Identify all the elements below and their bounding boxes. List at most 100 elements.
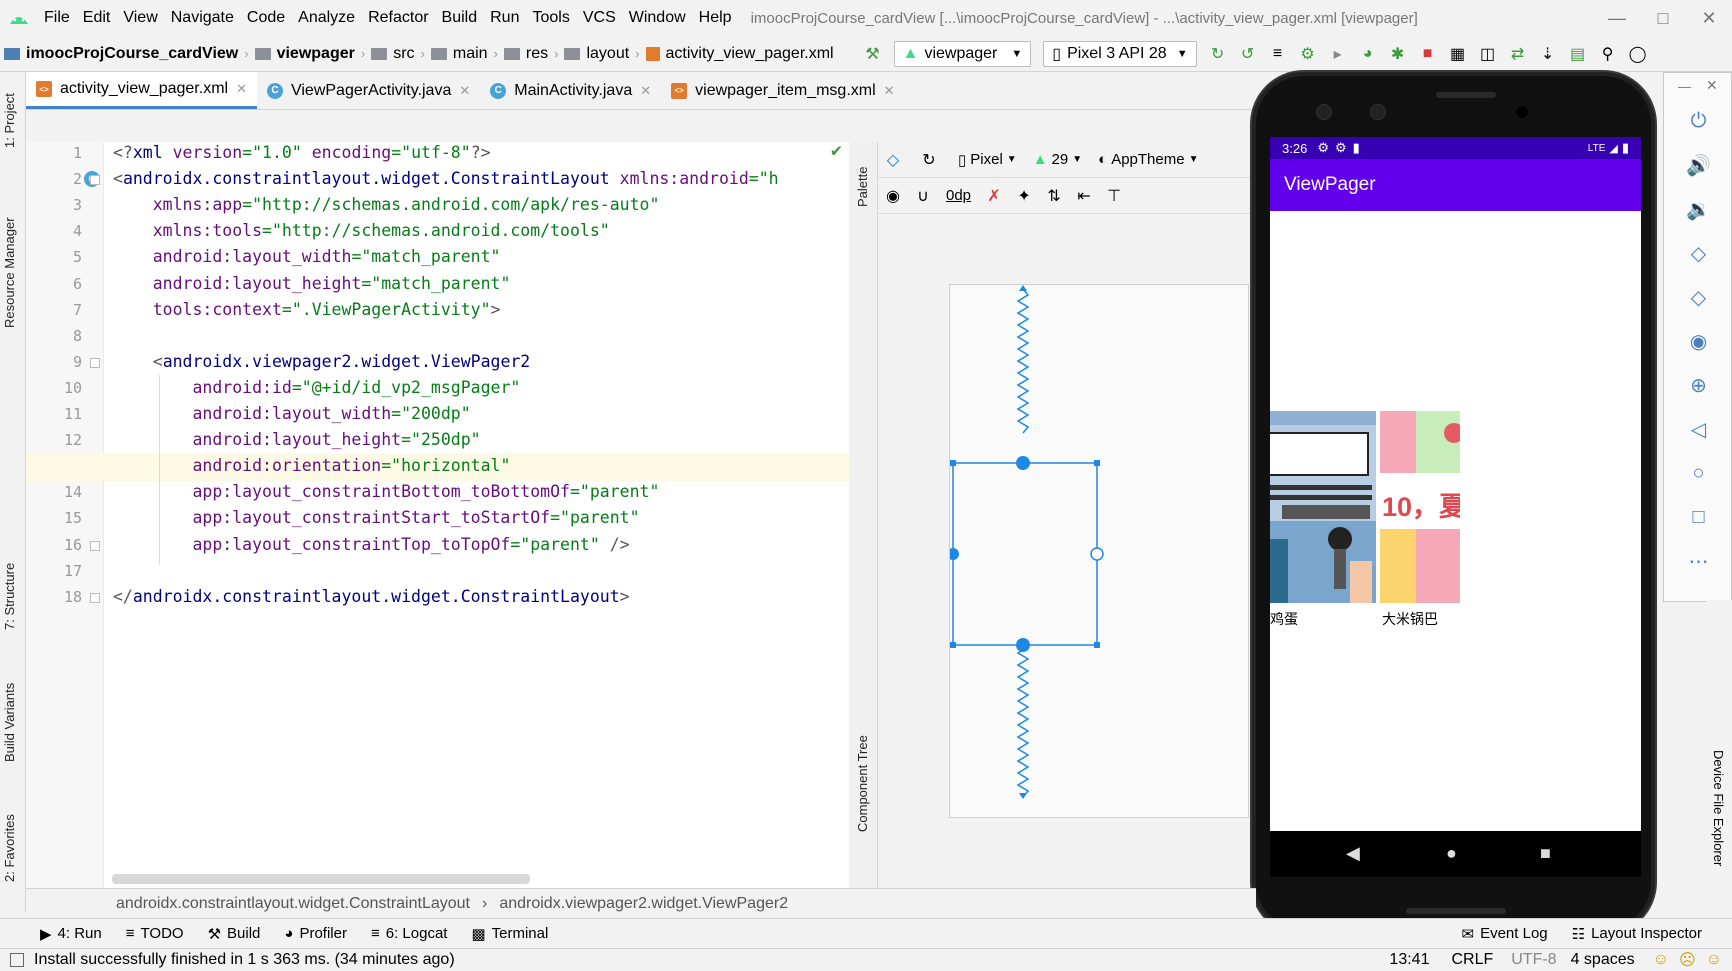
code-line[interactable]: app:layout_constraintStart_toStartOf="pa… xyxy=(113,508,639,527)
tab-viewpager-item-msg-xml[interactable]: <> viewpager_item_msg.xml ✕ xyxy=(661,72,904,109)
project-structure-icon[interactable]: ▦ xyxy=(1447,43,1469,65)
tool-todo[interactable]: ≡ TODO xyxy=(126,925,184,942)
breadcrumb-layout[interactable]: layout xyxy=(560,45,629,63)
sdk-manager-icon[interactable]: ⇣ xyxy=(1537,43,1559,65)
camera-icon[interactable]: ◉ xyxy=(1664,319,1732,363)
home-icon[interactable]: ● xyxy=(1446,843,1457,864)
blueprint-canvas[interactable] xyxy=(947,284,1249,818)
caret-position[interactable]: 13:41 xyxy=(1389,951,1429,969)
rotate-left-icon[interactable]: ◇ xyxy=(1664,231,1732,275)
close-tab-icon[interactable]: ✕ xyxy=(459,83,470,99)
breadcrumb-main[interactable]: main xyxy=(427,45,488,63)
code-line[interactable]: android:layout_height="250dp" xyxy=(113,430,480,449)
palette-tab[interactable]: Palette xyxy=(855,167,870,207)
stop-icon[interactable]: ■ xyxy=(1417,43,1439,65)
attach-debugger-icon[interactable]: ✱ xyxy=(1387,43,1409,65)
tool-build[interactable]: ⚒ Build xyxy=(208,925,261,943)
pack-icon[interactable]: ⇅ xyxy=(1043,185,1065,207)
overview-icon[interactable]: ■ xyxy=(1540,843,1551,864)
tab-mainactivity-java[interactable]: C MainActivity.java ✕ xyxy=(480,72,661,109)
code-line[interactable]: android:orientation="horizontal" xyxy=(113,456,510,475)
device-select[interactable]: ▯ Pixel 3 API 28 ▼ xyxy=(1043,40,1197,67)
menu-help[interactable]: Help xyxy=(699,9,732,27)
device-dropdown[interactable]: ▯ Pixel ▼ xyxy=(958,151,1017,169)
volume-up-icon[interactable]: 🔊 xyxy=(1664,143,1732,187)
hector-icon[interactable]: ☹ xyxy=(1679,950,1696,970)
rotate-right-icon[interactable]: ◇ xyxy=(1664,275,1732,319)
menu-build[interactable]: Build xyxy=(442,9,478,27)
tool-logcat[interactable]: ≡ 6: Logcat xyxy=(371,925,447,942)
card-item[interactable]: 10，夏 大米锅巴 xyxy=(1380,411,1460,634)
search-icon[interactable]: ⚲ xyxy=(1597,43,1619,65)
menu-run[interactable]: Run xyxy=(490,9,519,27)
tool-favorites[interactable]: 2: Favorites xyxy=(2,814,17,882)
crumb-constraintlayout[interactable]: androidx.constraintlayout.widget.Constra… xyxy=(116,895,470,913)
home-icon[interactable]: ○ xyxy=(1664,451,1732,495)
run-list-icon[interactable]: ≡ xyxy=(1267,43,1289,65)
breadcrumb-project[interactable]: imoocProjCourse_cardView xyxy=(0,45,238,63)
notifications-icon[interactable]: ☺ xyxy=(1706,951,1722,969)
fold-icon[interactable] xyxy=(90,175,100,186)
orientation-icon[interactable]: ↻ xyxy=(918,149,940,171)
maximize-icon[interactable]: □ xyxy=(1640,0,1686,36)
menu-vcs[interactable]: VCS xyxy=(583,9,616,27)
emulator-screen[interactable]: 3:26 ⚙ ⚙ ▮ LTE ◢ ▮ ViewPager 鸡蛋 10，夏 大米锅… xyxy=(1270,137,1641,831)
close-tab-icon[interactable]: ✕ xyxy=(640,83,651,99)
align-icon[interactable]: ⇤ xyxy=(1073,185,1095,207)
horizontal-scrollbar[interactable] xyxy=(112,874,530,884)
menu-file[interactable]: File xyxy=(44,9,70,27)
magnet-icon[interactable]: ∪ xyxy=(912,185,934,207)
hammer-icon[interactable]: ⚒ xyxy=(862,43,884,65)
tool-device-file-explorer[interactable]: Device File Explorer xyxy=(1711,750,1726,866)
zoom-icon[interactable]: ⊕ xyxy=(1664,363,1732,407)
menu-refactor[interactable]: Refactor xyxy=(368,9,428,27)
default-margin[interactable]: 0dp xyxy=(946,187,971,204)
minimize-icon[interactable]: — xyxy=(1678,79,1691,94)
apply-changes-icon[interactable]: ↻ xyxy=(1207,43,1229,65)
power-icon[interactable]: ⏻ xyxy=(1664,99,1732,143)
code-line[interactable]: xmlns:app="http://schemas.android.com/ap… xyxy=(113,195,660,214)
menu-tools[interactable]: Tools xyxy=(532,9,569,27)
file-encoding[interactable]: UTF-8 xyxy=(1511,951,1556,969)
breadcrumb-module[interactable]: viewpager xyxy=(251,45,355,63)
code-line[interactable]: tools:context=".ViewPagerActivity"> xyxy=(113,300,501,319)
menu-edit[interactable]: Edit xyxy=(83,9,111,27)
tool-run[interactable]: ▶ 4: Run xyxy=(40,925,102,943)
volume-down-icon[interactable]: 🔉 xyxy=(1664,187,1732,231)
more-icon[interactable]: ⋯ xyxy=(1664,539,1732,583)
code-line[interactable]: android:layout_height="match_parent" xyxy=(113,274,511,293)
layers-icon[interactable]: ◇ xyxy=(882,149,904,171)
tool-structure[interactable]: 7: Structure xyxy=(2,563,17,630)
menu-analyze[interactable]: Analyze xyxy=(298,9,355,27)
sync-icon[interactable]: ⇄ xyxy=(1507,43,1529,65)
code-line[interactable]: <androidx.constraintlayout.widget.Constr… xyxy=(113,169,779,188)
coverage-icon[interactable]: ▸ xyxy=(1327,43,1349,65)
tool-profiler[interactable]: ◕ Profiler xyxy=(284,925,347,942)
tool-event-log[interactable]: ✉ Event Log xyxy=(1462,925,1548,943)
apply-code-changes-icon[interactable]: ↺ xyxy=(1237,43,1259,65)
avd-manager-icon[interactable]: ◫ xyxy=(1477,43,1499,65)
back-icon[interactable]: ◁ xyxy=(1664,407,1732,451)
eye-icon[interactable]: ◉ xyxy=(882,185,904,207)
line-separator[interactable]: CRLF xyxy=(1451,951,1493,969)
status-message[interactable]: Install successfully finished in 1 s 363… xyxy=(34,951,455,969)
component-tree-tab[interactable]: Component Tree xyxy=(855,735,870,832)
fold-icon[interactable] xyxy=(90,357,100,368)
code-line[interactable]: android:layout_width="match_parent" xyxy=(113,247,501,266)
code-line[interactable]: </androidx.constraintlayout.widget.Const… xyxy=(113,587,630,606)
card-item[interactable]: 鸡蛋 xyxy=(1270,411,1376,634)
account-icon[interactable]: ◯ xyxy=(1627,43,1649,65)
viewpager[interactable]: 鸡蛋 10，夏 大米锅巴 xyxy=(1270,411,1460,634)
status-toggle-icon[interactable] xyxy=(10,953,24,967)
fold-icon[interactable] xyxy=(90,592,100,603)
tool-terminal[interactable]: ▩ Terminal xyxy=(471,925,548,943)
api-dropdown[interactable]: ▲ 29 ▼ xyxy=(1033,151,1082,168)
menu-navigate[interactable]: Navigate xyxy=(171,9,234,27)
run-config-select[interactable]: ▲ viewpager ▼ xyxy=(893,40,1032,67)
code-line[interactable]: <?xml version="1.0" encoding="utf-8"?> xyxy=(113,143,491,162)
debug-icon[interactable]: ⚙ xyxy=(1297,43,1319,65)
menu-window[interactable]: Window xyxy=(629,9,686,27)
tool-build-variants[interactable]: Build Variants xyxy=(2,683,17,762)
close-tab-icon[interactable]: ✕ xyxy=(236,81,247,97)
breadcrumb-res[interactable]: res xyxy=(500,45,548,63)
